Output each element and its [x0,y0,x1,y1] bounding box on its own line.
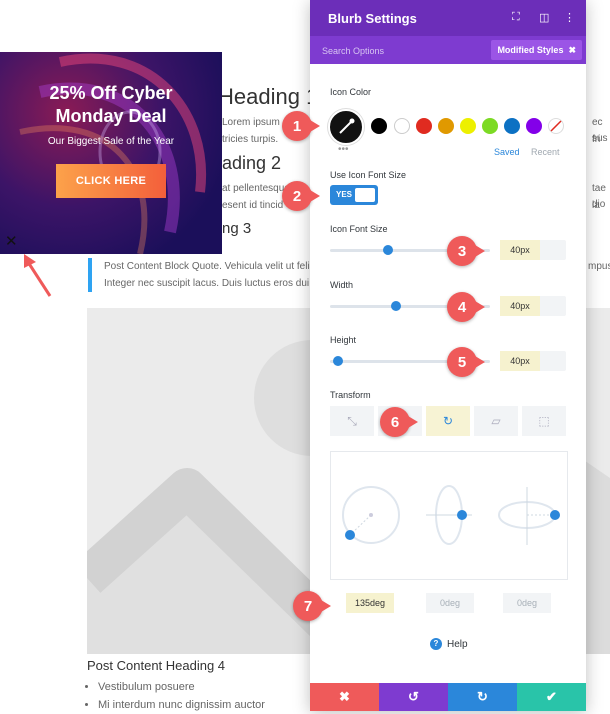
promo-title: 25% Off Cyber Monday Deal [0,82,222,128]
transform-tabs: ⤡ ✥ ↻ ▱ ⬚ [330,406,566,436]
width-label: Width [330,280,354,290]
rotate-z-value[interactable]: 135deg [346,593,394,613]
height-value[interactable]: 40px [500,351,540,371]
post-heading-4: Post Content Heading 4 [87,658,226,673]
toggle-knob [355,188,375,202]
list-item: Mi interdum nunc dignissim auctor [98,696,328,714]
help-label: Help [447,638,468,650]
swatch-white[interactable] [394,118,410,134]
text-line: at pellentesque [222,183,290,194]
text-line: Integer nec suscipit lacus. Duis luctus … [104,278,310,289]
tab-recent[interactable]: Recent [531,147,560,157]
rotate-x-dial[interactable] [498,487,560,545]
width-value[interactable]: 40px [500,296,540,316]
post-paragraph-2: at pellentesque esent id tincid [222,180,290,214]
transform-rotate-icon[interactable]: ↻ [426,406,470,436]
color-picker-eyedropper[interactable] [328,109,364,145]
right-edge-fragment: sus [592,133,608,144]
text-line: Lorem ipsum [222,117,280,128]
callout-badge: 7 [293,591,331,621]
panel-header: Blurb Settings ⛶ ◫ ⋮ [310,0,586,36]
icon-font-size-value[interactable]: 40px [500,240,540,260]
transform-label: Transform [330,390,371,400]
callout-badge: 3 [447,236,485,266]
close-icon[interactable]: ✖ [568,45,576,56]
icon-color-label: Icon Color [330,87,372,97]
text-line: Post Content Block Quote. Vehicula velit… [104,261,315,272]
search-options-input[interactable] [320,41,484,61]
icon-font-size-value-box[interactable]: 40px [500,240,566,260]
promo-subtitle: Our Biggest Sale of the Year [47,136,175,147]
columns-icon[interactable]: ◫ [539,11,549,24]
rotate-y-dial[interactable] [426,485,472,545]
toggle-value: YES [336,190,353,199]
close-icon[interactable]: ✕ [5,232,18,250]
undo-button[interactable]: ↺ [379,683,448,711]
panel-search-bar: Modified Styles ✖ [310,36,586,64]
swatch-purple[interactable] [526,118,542,134]
block-quote: Post Content Block Quote. Vehicula velit… [88,258,318,292]
panel-title: Blurb Settings [328,11,417,26]
height-value-box[interactable]: 40px [500,351,566,371]
icon-font-size-label: Icon Font Size [330,224,388,234]
rotate-x-value[interactable]: 0deg [503,593,551,613]
swatch-blue[interactable] [504,118,520,134]
rotation-dials [342,485,560,545]
promo-popup: 25% Off Cyber Monday Deal Our Biggest Sa… [0,52,222,254]
transform-origin-icon[interactable]: ⬚ [522,406,566,436]
rotate-y-value[interactable]: 0deg [426,593,474,613]
more-options-icon[interactable]: ⋮ [564,11,575,24]
slider-knob[interactable] [333,356,344,366]
modified-styles-label: Modified Styles [497,45,564,55]
red-arrow-annotation [24,254,52,297]
save-button[interactable]: ✔ [517,683,586,711]
eyedropper-icon [339,118,355,134]
rotation-controls [330,451,568,580]
post-heading-1: Heading 1 [218,84,319,109]
text-line: tricies turpis. [222,134,279,145]
expand-icon[interactable]: ⛶ [512,11,520,24]
post-heading-3: ng 3 [222,220,252,237]
panel-footer: ✖ ↺ ↻ ✔ [310,683,586,711]
callout-badge: 1 [282,111,320,141]
slider-knob[interactable] [382,245,393,255]
swatch-black[interactable] [371,118,387,134]
swatch-yellow[interactable] [460,118,476,134]
click-here-button[interactable]: CLICK HERE [56,164,166,198]
redo-button[interactable]: ↻ [448,683,517,711]
transform-scale-icon[interactable]: ⤡ [330,406,374,436]
help-link[interactable]: ? Help [430,638,468,650]
list-item: Vestibulum posuere [98,678,328,696]
width-value-box[interactable]: 40px [500,296,566,316]
swatch-red[interactable] [416,118,432,134]
modified-styles-button[interactable]: Modified Styles ✖ [491,40,582,60]
post-heading-2: ading 2 [222,153,282,173]
help-icon: ? [430,638,442,650]
discard-button[interactable]: ✖ [310,683,379,711]
text-line: esent id tincid [222,200,284,211]
promo-title-line: 25% Off Cyber [49,83,173,103]
use-icon-font-size-label: Use Icon Font Size [330,170,407,180]
right-edge-fragment: mpus [588,261,610,272]
swatch-green[interactable] [482,118,498,134]
more-swatches-icon[interactable]: ••• [338,144,349,155]
swatch-none-icon[interactable] [548,118,564,134]
callout-badge: 4 [447,292,485,322]
swatch-orange[interactable] [438,118,454,134]
right-edge-fragment: dio [592,199,606,210]
tab-saved[interactable]: Saved [494,147,520,157]
callout-badge: 6 [380,407,418,437]
use-icon-font-size-toggle[interactable]: YES [330,185,378,205]
promo-title-line: Monday Deal [55,106,167,126]
bullet-list: Vestibulum posuere Mi interdum nunc dign… [80,678,328,714]
slider-knob[interactable] [390,301,401,311]
post-paragraph-1: Lorem ipsum tricies turpis. [222,114,280,148]
callout-badge: 2 [282,181,320,211]
rotate-z-dial[interactable] [342,486,400,544]
callout-badge: 5 [447,347,485,377]
height-label: Height [330,335,357,345]
transform-skew-icon[interactable]: ▱ [474,406,518,436]
